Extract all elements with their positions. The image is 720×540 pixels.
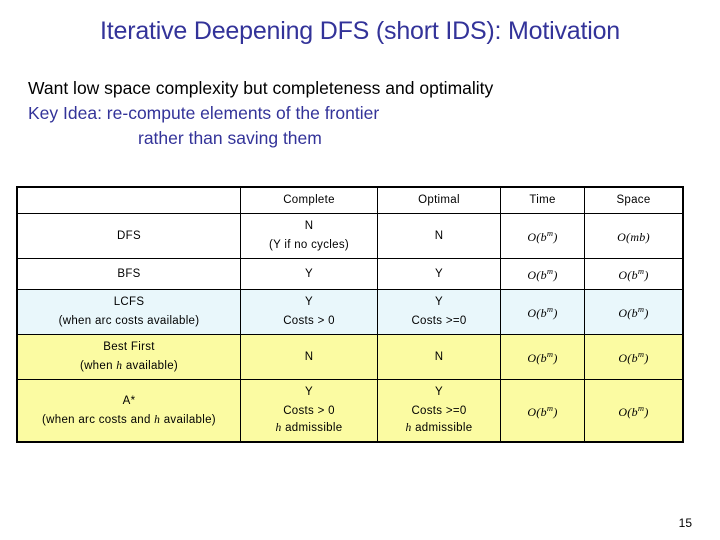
cell-bfs-complete: Y: [240, 258, 378, 290]
table-header-row: Complete Optimal Time Space: [17, 187, 683, 214]
algorithm-name: LCFS: [113, 296, 145, 308]
header-cell-space: Space: [584, 187, 683, 214]
cell-lcfs-space: O(bm): [584, 289, 683, 335]
algorithm-name: Best First: [103, 341, 155, 353]
body-line-key-idea: Key Idea: re-compute elements of the fro…: [28, 103, 380, 123]
table-row: DFS N (Y if no cycles) N O(bm) O(mb): [17, 213, 683, 259]
row-label-lcfs: LCFS (when arc costs available): [17, 289, 241, 335]
cell-dfs-complete: N (Y if no cycles): [240, 213, 378, 259]
page-number: 15: [678, 516, 692, 530]
algorithm-condition: (when h available): [79, 360, 179, 372]
header-cell-complete: Complete: [240, 187, 378, 214]
cell-dfs-time: O(bm): [500, 213, 585, 259]
table-row: Best First (when h available) N N O(bm) …: [17, 334, 683, 380]
header-cell-time: Time: [500, 187, 585, 214]
cell-a-star-complete: Y Costs > 0 h admissible: [240, 379, 378, 442]
header-cell-blank: [17, 187, 241, 214]
cell-lcfs-time: O(bm): [500, 289, 585, 335]
row-label-a-star: A* (when arc costs and h available): [17, 379, 241, 442]
cell-best-first-optimal: N: [377, 334, 501, 380]
cell-dfs-optimal: N: [377, 213, 501, 259]
cell-lcfs-complete: Y Costs > 0: [240, 289, 378, 335]
body-line-goal: Want low space complexity but completene…: [28, 78, 494, 98]
cell-bfs-space: O(bm): [584, 258, 683, 290]
cell-dfs-space: O(mb): [584, 213, 683, 259]
table-row: A* (when arc costs and h available) Y Co…: [17, 379, 683, 442]
row-label-dfs: DFS: [17, 213, 241, 259]
cell-best-first-space: O(bm): [584, 334, 683, 380]
body-line-key-idea-cont: rather than saving them: [138, 128, 322, 148]
page-title: Iterative Deepening DFS (short IDS): Mot…: [100, 17, 620, 45]
header-cell-optimal: Optimal: [377, 187, 501, 214]
algorithm-comparison-table: Complete Optimal Time Space DFS N (Y if …: [16, 186, 684, 443]
algorithm-name: A*: [122, 394, 136, 407]
row-label-bfs: BFS: [17, 258, 241, 290]
cell-a-star-space: O(bm): [584, 379, 683, 442]
algorithm-condition: (when arc costs and h available): [42, 413, 216, 426]
row-label-best-first: Best First (when h available): [17, 334, 241, 380]
cell-best-first-time: O(bm): [500, 334, 585, 380]
body-text-block: Want low space complexity but completene…: [28, 76, 708, 151]
algorithm-name: DFS: [117, 229, 141, 242]
table-row: BFS Y Y O(bm) O(bm): [17, 258, 683, 290]
cell-lcfs-optimal: Y Costs >=0: [377, 289, 501, 335]
cell-best-first-complete: N: [240, 334, 378, 380]
cell-a-star-time: O(bm): [500, 379, 585, 442]
cell-bfs-time: O(bm): [500, 258, 585, 290]
algorithm-name: BFS: [117, 267, 141, 280]
cell-bfs-optimal: Y: [377, 258, 501, 290]
table-row: LCFS (when arc costs available) Y Costs …: [17, 289, 683, 335]
cell-a-star-optimal: Y Costs >=0 h admissible: [377, 379, 501, 442]
algorithm-condition: (when arc costs available): [58, 315, 200, 327]
